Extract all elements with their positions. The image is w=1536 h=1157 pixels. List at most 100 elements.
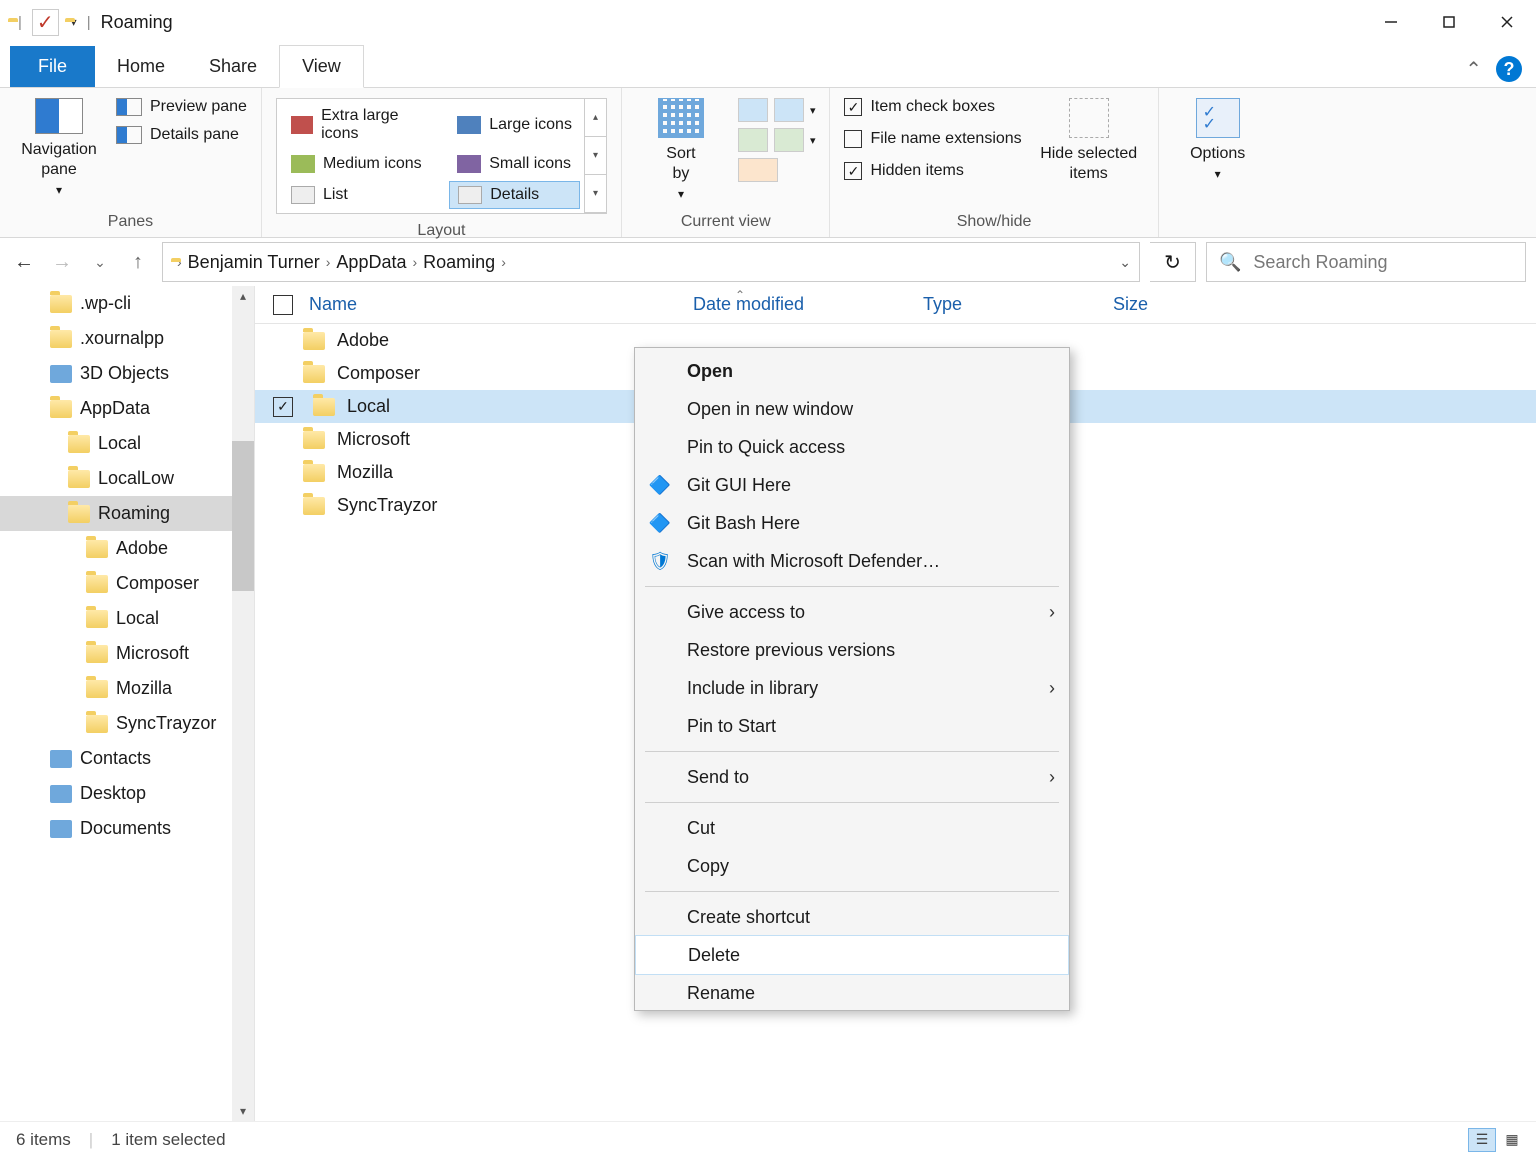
up-button[interactable]: ↑ [124, 248, 152, 276]
tree-item[interactable]: Local [0, 426, 254, 461]
row-checkbox[interactable]: ✓ [273, 397, 293, 417]
spinner-down-icon[interactable]: ▾ [585, 137, 606, 175]
navigation-pane-button[interactable]: Navigation pane ▾ [14, 98, 104, 200]
column-size[interactable]: Size [1113, 294, 1233, 315]
chevron-down-icon[interactable]: ▾ [810, 104, 816, 117]
hide-selected-button[interactable]: Hide selected items [1034, 98, 1144, 184]
tree-view[interactable]: .wp-cli.xournalpp3D ObjectsAppDataLocalL… [0, 286, 255, 1121]
tree-item[interactable]: SyncTrayzor [0, 706, 254, 741]
size-columns-button[interactable] [738, 128, 768, 152]
menu-rename[interactable]: Rename [635, 974, 1069, 1006]
layout-large-icons[interactable]: Large icons [449, 103, 580, 147]
tree-item[interactable]: Microsoft [0, 636, 254, 671]
tree-item[interactable]: Local [0, 601, 254, 636]
tree-item[interactable]: Composer [0, 566, 254, 601]
details-pane-button[interactable]: Details pane [116, 126, 247, 144]
column-date-modified[interactable]: Date modified [693, 294, 923, 315]
sort-by-button[interactable]: Sort by ▾ [636, 98, 726, 204]
tab-home[interactable]: Home [95, 46, 187, 87]
chevron-down-icon: ▾ [678, 184, 684, 204]
close-button[interactable] [1478, 0, 1536, 44]
address-dropdown-icon[interactable]: ⌄ [1119, 254, 1131, 271]
tree-item[interactable]: 3D Objects [0, 356, 254, 391]
collapse-ribbon-icon[interactable]: ⌃ [1465, 57, 1482, 82]
back-button[interactable]: ← [10, 248, 38, 276]
tree-item[interactable]: LocalLow [0, 461, 254, 496]
tree-item[interactable]: Contacts [0, 741, 254, 776]
preview-pane-button[interactable]: Preview pane [116, 98, 247, 116]
menu-pin-quick-access[interactable]: Pin to Quick access [635, 428, 1069, 466]
scroll-down-icon[interactable]: ▾ [232, 1101, 254, 1121]
layout-details[interactable]: Details [449, 181, 580, 209]
scroll-up-icon[interactable]: ▴ [232, 286, 254, 306]
menu-git-bash[interactable]: 🔷Git Bash Here [635, 504, 1069, 542]
refresh-button[interactable]: ↻ [1150, 242, 1196, 282]
file-extensions-toggle[interactable]: File name extensions [844, 130, 1021, 148]
chevron-right-icon[interactable]: › [326, 254, 331, 270]
options-button[interactable]: ✓ ✓ Options ▾ [1173, 98, 1263, 184]
layout-small-icons[interactable]: Small icons [449, 151, 580, 177]
maximize-button[interactable] [1420, 0, 1478, 44]
hidden-items-toggle[interactable]: ✓Hidden items [844, 162, 1021, 180]
size-columns-button[interactable] [774, 128, 804, 152]
tree-item[interactable]: Adobe [0, 531, 254, 566]
tree-item[interactable]: Mozilla [0, 671, 254, 706]
breadcrumb-item[interactable]: Roaming [423, 252, 495, 273]
breadcrumb-item[interactable]: Benjamin Turner [188, 252, 320, 273]
menu-copy[interactable]: Copy [635, 847, 1069, 885]
breadcrumb-item[interactable]: AppData [336, 252, 406, 273]
address-bar[interactable]: › Benjamin Turner › AppData › Roaming › … [162, 242, 1140, 282]
chevron-right-icon[interactable]: › [177, 254, 182, 270]
menu-restore-versions[interactable]: Restore previous versions [635, 631, 1069, 669]
search-icon: 🔍 [1219, 252, 1241, 273]
tab-view[interactable]: View [279, 45, 364, 88]
layout-extra-large-icons[interactable]: Extra large icons [283, 103, 439, 147]
help-button[interactable]: ? [1496, 56, 1522, 82]
tree-item[interactable]: Documents [0, 811, 254, 846]
tab-share[interactable]: Share [187, 46, 279, 87]
chevron-right-icon[interactable]: › [412, 254, 417, 270]
layout-medium-icons[interactable]: Medium icons [283, 151, 439, 177]
tree-item[interactable]: Desktop [0, 776, 254, 811]
menu-delete[interactable]: Delete [635, 935, 1069, 975]
layout-gallery[interactable]: Extra large icons Large icons Medium ico… [276, 98, 607, 214]
spinner-more-icon[interactable]: ▾ [585, 175, 606, 213]
tree-item[interactable]: .xournalpp [0, 321, 254, 356]
minimize-button[interactable] [1362, 0, 1420, 44]
menu-open-new-window[interactable]: Open in new window [635, 390, 1069, 428]
menu-pin-start[interactable]: Pin to Start [635, 707, 1069, 745]
fit-columns-button[interactable] [738, 158, 778, 182]
menu-cut[interactable]: Cut [635, 809, 1069, 847]
menu-open[interactable]: Open [635, 352, 1069, 390]
tree-item[interactable]: AppData [0, 391, 254, 426]
column-type[interactable]: Type [923, 294, 1113, 315]
item-checkboxes-toggle[interactable]: ✓Item check boxes [844, 98, 1021, 116]
group-by-button[interactable] [774, 98, 804, 122]
recent-locations-button[interactable]: ⌄ [86, 248, 114, 276]
menu-git-gui[interactable]: 🔷Git GUI Here [635, 466, 1069, 504]
qat-checkbox-icon[interactable]: ✓ [32, 9, 59, 36]
forward-button[interactable]: → [48, 248, 76, 276]
thumbnails-view-button[interactable]: ▦ [1498, 1128, 1526, 1152]
column-name[interactable]: Name [273, 294, 693, 315]
menu-give-access[interactable]: Give access to› [635, 593, 1069, 631]
tab-file[interactable]: File [10, 46, 95, 87]
layout-list[interactable]: List [283, 181, 439, 209]
select-all-checkbox[interactable] [273, 295, 293, 315]
add-columns-button[interactable] [738, 98, 768, 122]
tree-item[interactable]: Roaming [0, 496, 254, 531]
details-icon [458, 186, 482, 204]
details-view-button[interactable]: ☰ [1468, 1128, 1496, 1152]
menu-create-shortcut[interactable]: Create shortcut [635, 898, 1069, 936]
spinner-up-icon[interactable]: ▴ [585, 99, 606, 137]
tree-scrollbar[interactable] [232, 286, 254, 1121]
chevron-right-icon[interactable]: › [501, 254, 506, 270]
menu-defender-scan[interactable]: 🛡Scan with Microsoft Defender… [635, 542, 1069, 580]
menu-send-to[interactable]: Send to› [635, 758, 1069, 796]
scrollbar-thumb[interactable] [232, 441, 254, 591]
tree-item[interactable]: .wp-cli [0, 286, 254, 321]
search-box[interactable]: 🔍 Search Roaming [1206, 242, 1526, 282]
menu-include-library[interactable]: Include in library› [635, 669, 1069, 707]
chevron-down-icon[interactable]: ▾ [810, 134, 816, 147]
gallery-spinner[interactable]: ▴▾▾ [584, 99, 606, 213]
